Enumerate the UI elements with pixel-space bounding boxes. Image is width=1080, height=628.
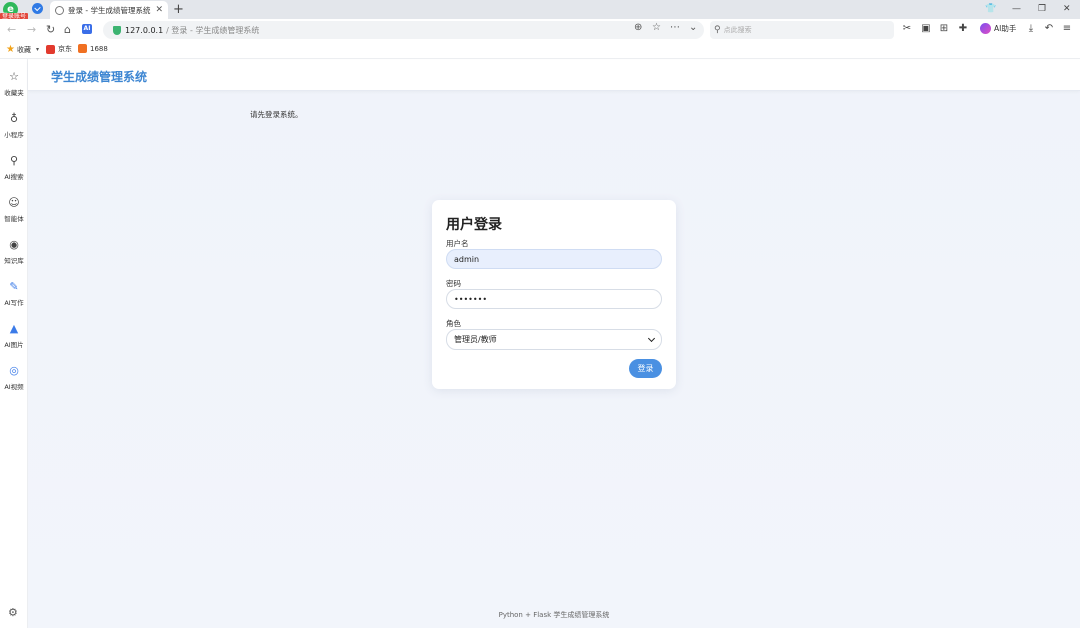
sidebar-item-ai-writing[interactable]: ✎ AI写作 [0,280,28,308]
download-icon[interactable]: ⤓ [1025,23,1037,35]
extension-check-icon[interactable] [32,3,43,14]
caret-down-icon: ▾ [35,46,39,53]
sidebar-item-ai-image[interactable]: ▲ AI图片 [0,322,28,350]
restore-button[interactable]: ❐ [1038,2,1046,16]
address-host: 127.0.0.1 [125,25,164,35]
chevron-down-icon [647,334,656,342]
more-icon[interactable]: ⋯ [670,20,680,36]
site-title[interactable]: 学生成绩管理系统 [51,68,147,85]
undo-icon[interactable]: ↶ [1043,23,1055,35]
chevron-down-icon[interactable]: ⌄ [689,20,697,36]
knowledge-icon: ◉ [9,238,19,251]
puzzle-icon[interactable]: ✚ [957,23,969,35]
sidebar-item-label: AI视频 [4,383,24,391]
tab-title: 登录 - 学生成绩管理系统 [68,5,151,15]
username-label: 用户名 [446,239,469,248]
new-tab-button[interactable]: + [173,1,184,18]
home-icon[interactable]: ⌂ [64,22,71,38]
reload-button[interactable]: ↻ [46,22,55,38]
video-icon: ◎ [9,364,19,377]
close-tab-icon[interactable]: ✕ [155,5,163,15]
username-input[interactable] [446,249,662,269]
globe-icon [55,5,64,15]
agent-icon: ☺ [8,196,20,209]
address-bar[interactable]: 127.0.0.1 / 登录 - 学生成绩管理系统 [103,21,704,39]
close-window-button[interactable]: ✕ [1063,2,1071,16]
pen-icon: ✎ [9,280,19,293]
sidebar-item-label: 智能体 [4,215,24,223]
bookmark-label: 收藏 [16,45,31,54]
bookmark-jd[interactable]: 京东 [46,44,72,54]
bookmark-star-icon[interactable]: ☆ [652,20,661,36]
login-title: 用户登录 [446,217,502,233]
back-button[interactable]: ← [7,22,16,38]
star-icon: ☆ [9,70,19,83]
bookmarks-bar: ★ 收藏 ▾ 京东 1688 [0,41,1080,59]
browser-tab-bar: e 登录账号 登录 - 学生成绩管理系统 ✕ + 👕 — ❐ ✕ [0,0,1080,21]
bookmark-favorites[interactable]: ★ 收藏 ▾ [6,44,39,55]
login-card: 用户登录 用户名 密码 角色 管理员/教师 登录 [432,200,676,389]
sidebar-item-ai-video[interactable]: ◎ AI视频 [0,364,28,392]
password-input[interactable] [446,289,662,309]
download-site-icon[interactable]: ⊕ [634,20,642,36]
login-button[interactable]: 登录 [629,359,662,378]
search-box[interactable]: ⚲ [710,21,894,39]
reader-icon[interactable]: ▣ [920,23,932,35]
ai-helper-icon [980,23,991,34]
skin-icon[interactable]: 👕 [985,2,996,16]
sidebar-item-ai-search[interactable]: ⚲ AI搜索 [0,154,28,182]
ai-helper-label: AI助手 [994,24,1017,33]
image-icon: ▲ [9,322,19,335]
sidebar-item-knowledge[interactable]: ◉ 知识库 [0,238,28,266]
ai-helper-button[interactable]: AI助手 [980,23,1016,34]
search-input[interactable] [723,26,884,34]
forward-button[interactable]: → [27,22,36,38]
flash-message: 请先登录系统。 [250,110,303,119]
search-icon: ⚲ [9,154,19,167]
sidebar-item-label: 小程序 [4,131,24,139]
page-content: 学生成绩管理系统 请先登录系统。 用户登录 用户名 密码 角色 管理员/教师 登… [28,60,1080,628]
password-label: 密码 [446,279,461,288]
browser-tab-active[interactable]: 登录 - 学生成绩管理系统 ✕ [50,1,168,19]
role-select-value: 管理员/教师 [454,335,497,344]
settings-gear-icon[interactable]: ⚙ [8,607,18,619]
sidebar-item-label: 收藏夹 [4,89,24,97]
sidebar-item-label: 知识库 [4,257,24,265]
role-label: 角色 [446,319,461,328]
minimize-button[interactable]: — [1012,2,1021,16]
menu-icon[interactable]: ≡ [1061,23,1073,35]
1688-icon [78,44,87,53]
search-icon: ⚲ [714,25,721,35]
address-path: / 登录 - 学生成绩管理系统 [166,25,260,35]
site-header: 学生成绩管理系统 [28,60,1080,91]
sidebar-item-favorites[interactable]: ☆ 收藏夹 [0,70,28,98]
star-icon: ★ [6,44,15,55]
jd-icon [46,44,55,54]
sidebar-item-label: AI写作 [4,299,24,307]
sidebar-item-agent[interactable]: ☺ 智能体 [0,196,28,224]
browser-toolbar: ← → ↻ ⌂ AI 127.0.0.1 / 登录 - 学生成绩管理系统 ⊕ ☆… [0,19,1080,41]
page-footer: Python + Flask 学生成绩管理系统 [498,611,610,619]
bookmark-1688[interactable]: 1688 [78,44,108,53]
scissors-icon[interactable]: ✂ [901,23,913,35]
mini-program-icon: ♁ [9,112,19,125]
browser-sidebar: ☆ 收藏夹 ♁ 小程序 ⚲ AI搜索 ☺ 智能体 ◉ 知识库 ✎ AI写作 ▲ … [0,59,28,628]
translate-icon[interactable]: ⊞ [938,23,950,35]
sidebar-item-label: AI图片 [4,341,24,349]
sidebar-item-label: AI搜索 [4,173,24,181]
ai-nav-icon[interactable]: AI [82,24,92,34]
sidebar-item-mini-program[interactable]: ♁ 小程序 [0,112,28,140]
shield-icon [113,25,121,35]
role-select[interactable]: 管理员/教师 [446,329,662,350]
bookmark-label: 1688 [90,44,108,53]
bookmark-label: 京东 [58,45,72,53]
